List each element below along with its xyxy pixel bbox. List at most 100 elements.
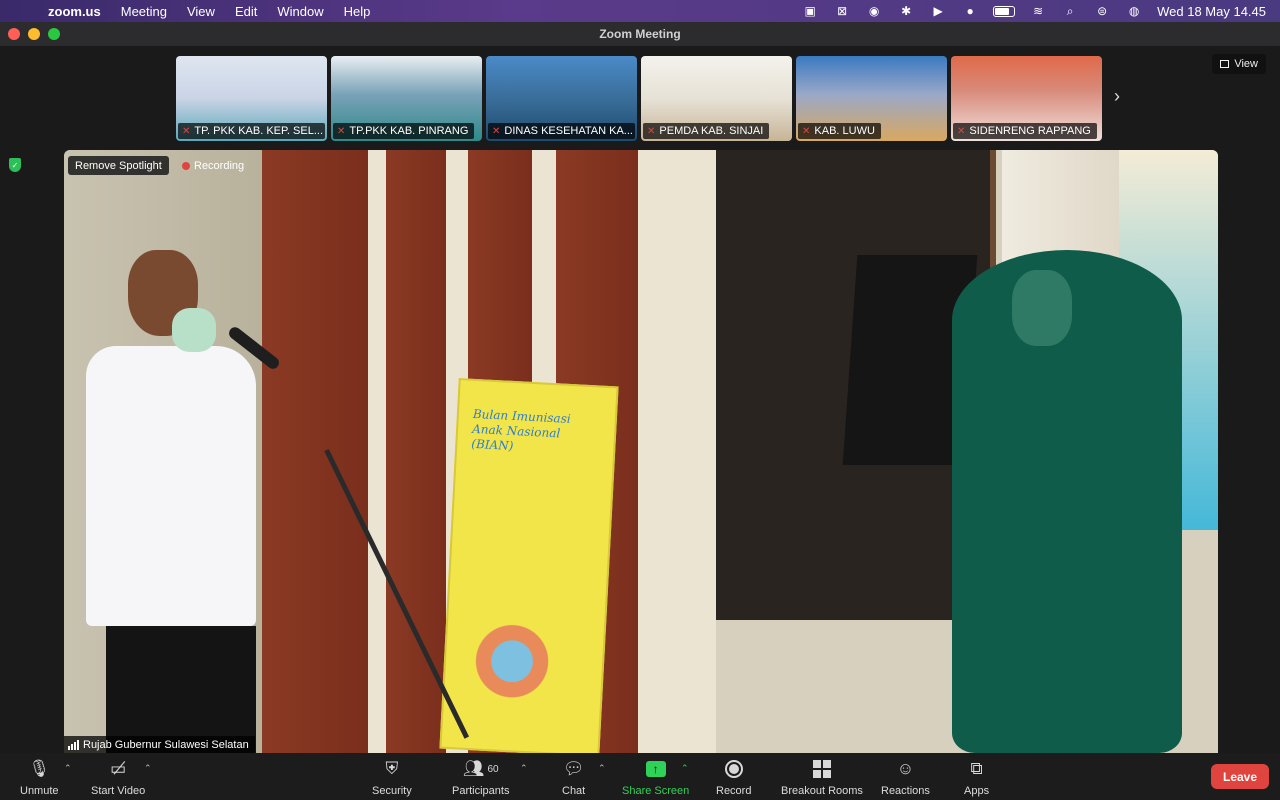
- menu-help[interactable]: Help: [334, 4, 381, 19]
- view-grid-icon: [1220, 60, 1230, 68]
- thumbnail-name: TP.PKK KAB. PINRANG: [349, 125, 469, 137]
- play-icon[interactable]: ▶: [929, 4, 947, 18]
- next-page-chevron-icon[interactable]: ›: [1114, 86, 1120, 107]
- shield-icon: ⛨: [385, 759, 399, 778]
- share-screen-icon-wrap: ↑: [645, 757, 666, 781]
- record-button[interactable]: Record: [716, 757, 751, 797]
- window-controls: [8, 28, 60, 40]
- thumbnail-label: ✕ SIDENRENG RAPPANG: [953, 123, 1097, 139]
- banner-title: Bulan Imunisasi Anak Nasional (BIAN): [471, 406, 572, 454]
- meeting-area: ✕ TP. PKK KAB. KEP. SEL... ✕ TP.PKK KAB.…: [0, 46, 1280, 753]
- thumbnail-name: TP. PKK KAB. KEP. SEL...: [194, 125, 323, 137]
- participants-options-chevron-icon[interactable]: ⌃: [520, 763, 528, 774]
- audio-options-chevron-icon[interactable]: ⌃: [64, 763, 72, 774]
- window-titlebar: Zoom Meeting: [0, 22, 1280, 46]
- wifi-icon[interactable]: ≋: [1029, 4, 1047, 18]
- participant-thumbnail[interactable]: ✕ KAB. LUWU: [796, 56, 947, 141]
- reactions-label: Reactions: [881, 785, 930, 797]
- menu-app-name[interactable]: zoom.us: [46, 4, 111, 19]
- screen-share-icon[interactable]: ⊠: [833, 4, 851, 18]
- participant-thumbnail[interactable]: ✕ TP.PKK KAB. PINRANG: [331, 56, 482, 141]
- thumbnail-name: DINAS KESEHATAN KA...: [504, 125, 633, 137]
- thumbnail-label: ✕ DINAS KESEHATAN KA...: [488, 123, 635, 139]
- search-icon[interactable]: ⌕: [1061, 4, 1079, 18]
- menu-meeting[interactable]: Meeting: [111, 4, 177, 19]
- spotlight-video[interactable]: Bulan Imunisasi Anak Nasional (BIAN): [64, 150, 1218, 753]
- spotlight-participant-name: Rujab Gubernur Sulawesi Selatan: [83, 738, 249, 751]
- chat-button[interactable]: 💬︎ Chat: [562, 757, 585, 797]
- menu-view[interactable]: View: [177, 4, 225, 19]
- breakout-rooms-button[interactable]: Breakout Rooms: [781, 757, 863, 797]
- muted-mic-icon: ✕: [492, 125, 501, 137]
- window-title: Zoom Meeting: [599, 27, 681, 41]
- meeting-toolbar: 🎙︎ Unmute ⌃ ▭̸ Start Video ⌃ ⛨ Security …: [0, 753, 1280, 800]
- menu-edit[interactable]: Edit: [225, 4, 267, 19]
- video-wood-panel: [262, 150, 368, 753]
- apps-icon: ⧉: [970, 759, 983, 778]
- thumbnail-name: PEMDA KAB. SINJAI: [659, 125, 764, 137]
- thumbnail-name: SIDENRENG RAPPANG: [969, 125, 1091, 137]
- muted-microphone-icon: 🎙︎: [28, 759, 51, 778]
- recording-label: Recording: [194, 159, 245, 172]
- close-window-button[interactable]: [8, 28, 20, 40]
- share-options-chevron-icon[interactable]: ⌃: [681, 763, 689, 774]
- battery-icon[interactable]: [993, 5, 1016, 17]
- unmute-button[interactable]: 🎙︎ Unmute: [20, 757, 59, 797]
- muted-mic-icon: ✕: [647, 125, 656, 137]
- breakout-grid-icon: [812, 760, 831, 778]
- fullscreen-window-button[interactable]: [48, 28, 60, 40]
- security-shield-icon[interactable]: ✓: [9, 158, 21, 172]
- participant-thumbnail[interactable]: ✕ TP. PKK KAB. KEP. SEL...: [176, 56, 327, 141]
- signal-strength-icon: [68, 739, 79, 750]
- bluetooth-icon[interactable]: ✱: [897, 4, 915, 18]
- siri-icon[interactable]: ◍: [1125, 4, 1143, 18]
- thumbnail-name: KAB. LUWU: [814, 125, 875, 137]
- recording-indicator[interactable]: Recording: [182, 156, 244, 175]
- participant-thumbnail[interactable]: ✕ SIDENRENG RAPPANG: [951, 56, 1102, 141]
- participant-thumbnail[interactable]: ✕ DINAS KESEHATAN KA...: [486, 56, 637, 141]
- vpn-icon[interactable]: ◉: [865, 4, 883, 18]
- control-center-icon[interactable]: ⊜: [1093, 4, 1111, 18]
- view-button-label: View: [1234, 58, 1258, 70]
- start-video-button[interactable]: ▭̸ Start Video: [91, 757, 145, 797]
- remove-spotlight-button[interactable]: Remove Spotlight: [68, 156, 169, 175]
- video-options-chevron-icon[interactable]: ⌃: [144, 763, 152, 774]
- smiley-icon: ☺: [896, 759, 915, 778]
- start-video-label: Start Video: [91, 785, 146, 797]
- participant-strip: ✕ TP. PKK KAB. KEP. SEL... ✕ TP.PKK KAB.…: [176, 56, 1102, 141]
- video-pillar: [368, 150, 386, 753]
- video-banner: Bulan Imunisasi Anak Nasional (BIAN): [439, 378, 619, 753]
- chat-options-chevron-icon[interactable]: ⌃: [598, 763, 606, 774]
- thumbnail-label: ✕ TP. PKK KAB. KEP. SEL...: [178, 123, 325, 139]
- unmute-label: Unmute: [20, 785, 59, 797]
- spotlight-participant-label: Rujab Gubernur Sulawesi Selatan: [64, 736, 255, 753]
- muted-mic-icon: ✕: [802, 125, 811, 137]
- participants-icon: 👥︎ 60: [462, 759, 499, 778]
- leave-button[interactable]: Leave: [1211, 764, 1269, 789]
- record-icon: [724, 760, 743, 778]
- record-icon-wrap: [724, 757, 743, 781]
- video-off-icon: ▭̸: [110, 759, 127, 778]
- focus-icon[interactable]: ●: [961, 4, 979, 18]
- muted-mic-icon: ✕: [957, 125, 966, 137]
- view-button[interactable]: View: [1212, 54, 1266, 74]
- security-label: Security: [372, 785, 412, 797]
- breakout-icon-wrap: [812, 757, 831, 781]
- breakout-rooms-label: Breakout Rooms: [781, 785, 863, 797]
- chat-bubble-icon: 💬︎: [562, 759, 585, 778]
- share-screen-button[interactable]: ↑ Share Screen: [622, 757, 689, 797]
- security-button[interactable]: ⛨ Security: [372, 757, 412, 797]
- minimize-window-button[interactable]: [28, 28, 40, 40]
- participant-thumbnail[interactable]: ✕ PEMDA KAB. SINJAI: [641, 56, 792, 141]
- zoom-status-icon[interactable]: ▣: [801, 4, 819, 18]
- reactions-button[interactable]: ☺ Reactions: [881, 757, 930, 797]
- apps-button[interactable]: ⧉ Apps: [964, 757, 989, 797]
- menu-clock[interactable]: Wed 18 May 14.45: [1157, 4, 1266, 19]
- participants-count: 60: [487, 763, 499, 775]
- thumbnail-label: ✕ KAB. LUWU: [798, 123, 881, 139]
- participants-button[interactable]: 👥︎ 60 Participants: [452, 757, 509, 797]
- thumbnail-label: ✕ TP.PKK KAB. PINRANG: [333, 123, 475, 139]
- recording-dot-icon: [182, 161, 190, 170]
- menu-window[interactable]: Window: [267, 4, 333, 19]
- banner-illustration: [460, 610, 587, 737]
